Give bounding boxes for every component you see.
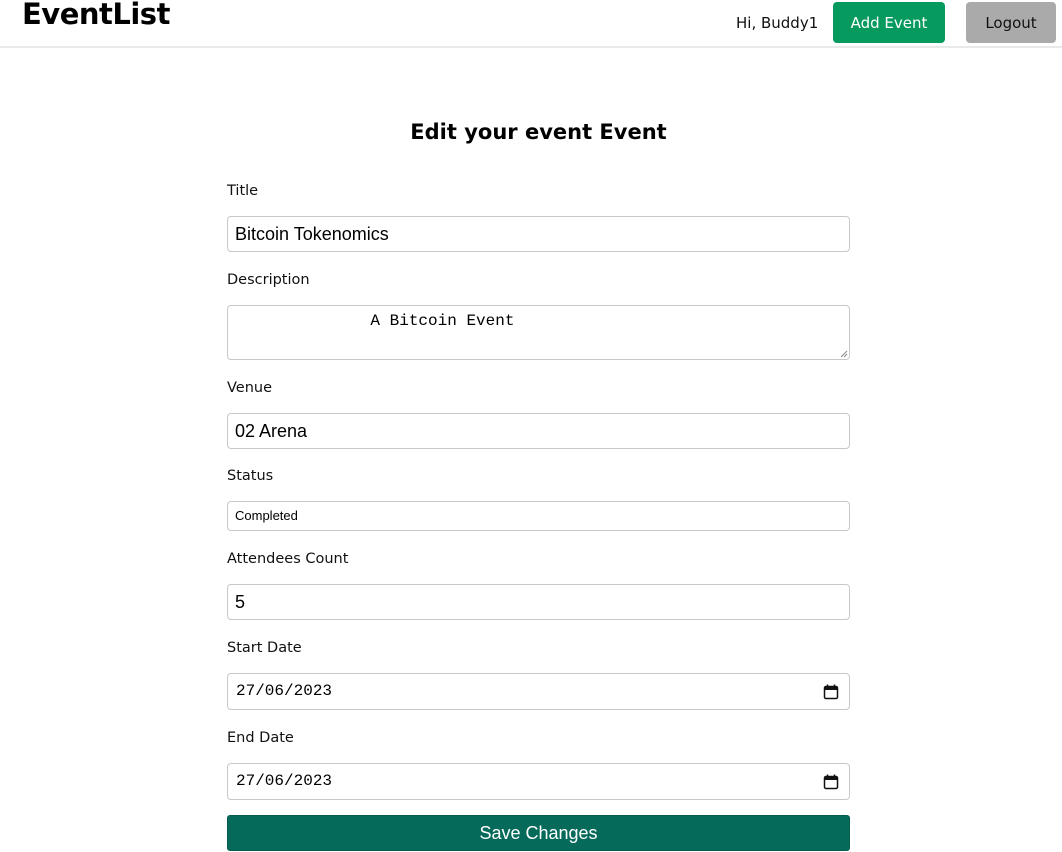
description-textarea[interactable]: A Bitcoin Event xyxy=(227,305,850,360)
status-selected-value: Completed xyxy=(235,508,298,523)
description-wrapper: A Bitcoin Event xyxy=(227,305,850,360)
form-title: Edit your event Event xyxy=(410,120,667,144)
title-label: Title xyxy=(227,183,259,199)
top-navbar: EventList Hi, Buddy1 Add Event Logout xyxy=(0,0,1062,48)
brand-logo[interactable]: EventList xyxy=(22,0,170,32)
attendees-count-input[interactable] xyxy=(227,584,850,620)
start-date-input[interactable]: 27/06/2023 xyxy=(227,673,850,710)
venue-input[interactable] xyxy=(227,413,850,449)
add-event-button[interactable]: Add Event xyxy=(833,2,945,43)
status-label: Status xyxy=(227,468,274,484)
logout-button[interactable]: Logout xyxy=(966,2,1056,43)
venue-label: Venue xyxy=(227,380,273,396)
attendees-label: Attendees Count xyxy=(227,551,349,567)
title-input[interactable] xyxy=(227,216,850,252)
calendar-icon[interactable] xyxy=(823,684,839,700)
end-date-value: 27/06/2023 xyxy=(236,772,333,790)
save-changes-button[interactable]: Save Changes xyxy=(227,815,850,851)
end-date-label: End Date xyxy=(227,730,294,746)
end-date-input[interactable]: 27/06/2023 xyxy=(227,763,850,800)
calendar-icon[interactable] xyxy=(823,774,839,790)
description-label: Description xyxy=(227,272,310,288)
start-date-label: Start Date xyxy=(227,640,302,656)
start-date-value: 27/06/2023 xyxy=(236,682,333,700)
status-select[interactable]: Completed xyxy=(227,501,850,531)
user-greeting: Hi, Buddy1 xyxy=(736,14,819,32)
